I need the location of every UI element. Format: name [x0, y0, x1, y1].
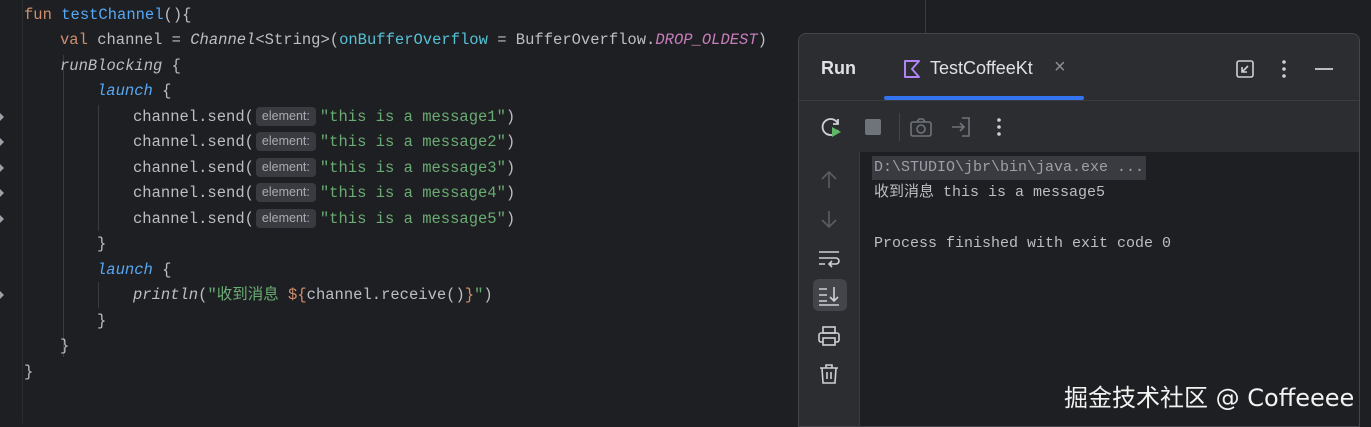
run-toolbar [799, 100, 1359, 153]
console-side-toolbar [799, 152, 860, 426]
minimize-icon[interactable] [1313, 58, 1335, 80]
gutter-marker [0, 138, 4, 146]
indent-guide [98, 105, 99, 231]
arrow-down-icon[interactable] [817, 207, 841, 231]
code-text: { [152, 82, 172, 100]
code-line-14: } [60, 337, 70, 355]
string-literal: "收到消息 [207, 286, 289, 304]
enum-constant: DROP_OLDEST [655, 31, 758, 49]
code-text: ) [505, 159, 516, 177]
code-line-4: launch { [97, 79, 171, 104]
function-name: testChannel [61, 6, 164, 24]
gutter-marker [0, 164, 4, 172]
code-editor[interactable]: fun testChannel(){ val channel = Channel… [0, 0, 926, 423]
code-line-send-3: channel.send(element: "this is a message3… [133, 156, 515, 181]
code-line-12: println("收到消息 ${channel.receive()}") [133, 283, 493, 308]
string-literal: "this is a message2" [319, 133, 506, 151]
inlay-hint: element: [255, 209, 316, 228]
restore-window-icon[interactable] [1234, 58, 1256, 80]
tab-testcoffeekt[interactable]: TestCoffeeKt × [884, 34, 1084, 100]
code-text: channel.send( [133, 159, 254, 177]
scroll-to-end-icon[interactable] [817, 283, 841, 307]
more-options-icon[interactable] [987, 115, 1011, 139]
print-icon[interactable] [817, 324, 841, 348]
template-brace: } [464, 286, 475, 304]
code-text: <String>( [255, 31, 340, 49]
code-text: ) [505, 210, 516, 228]
gutter-marker [0, 291, 4, 299]
code-text: { [152, 261, 172, 279]
code-line-2: val channel = Channel<String>(onBufferOv… [60, 28, 767, 53]
editor-gutter [0, 0, 23, 423]
run-tool-window: Run TestCoffeeKt × D:\STUDIO\jbr\bin\jav… [798, 33, 1360, 427]
camera-icon[interactable] [909, 115, 933, 139]
console-command-line[interactable]: D:\STUDIO\jbr\bin\java.exe ... [872, 156, 1147, 180]
kotlin-icon [902, 59, 922, 84]
arrow-up-icon[interactable] [817, 168, 841, 192]
console-output-line: 收到消息 this is a message5 [874, 184, 1106, 201]
trash-icon[interactable] [817, 362, 841, 386]
indent-guide [98, 282, 99, 308]
code-line-1: fun testChannel(){ [24, 3, 191, 28]
code-line-send-2: channel.send(element: "this is a message2… [133, 130, 515, 155]
code-line-11: launch { [97, 258, 171, 283]
function-call: launch [97, 82, 153, 100]
string-literal: "this is a message3" [319, 159, 506, 177]
code-line-13: } [97, 312, 107, 330]
code-text: channel.receive() [306, 286, 465, 304]
code-line-send-4: channel.send(element: "this is a message4… [133, 181, 515, 206]
console-exit-line: Process finished with exit code 0 [874, 235, 1172, 252]
code-line-15: } [24, 363, 34, 381]
string-literal: "this is a message1" [319, 108, 506, 126]
code-text: = BufferOverflow. [487, 31, 656, 49]
string-literal: "this is a message5" [319, 210, 506, 228]
code-text: (){ [163, 6, 192, 24]
gutter-marker [0, 215, 4, 223]
code-text: channel.send( [133, 108, 254, 126]
run-header: Run TestCoffeeKt × [799, 34, 1359, 100]
code-line-3: runBlocking { [60, 54, 181, 79]
code-text: { [162, 57, 181, 75]
code-text: ) [483, 286, 493, 304]
code-line-send-5: channel.send(element: "this is a message5… [133, 207, 515, 232]
code-text: ) [757, 31, 767, 49]
keyword-fun: fun [24, 6, 52, 24]
login-icon[interactable] [949, 115, 973, 139]
gutter-marker [0, 189, 4, 197]
inlay-hint: element: [255, 107, 316, 126]
inlay-hint: element: [255, 158, 316, 177]
template-brace: ${ [288, 286, 307, 304]
close-icon[interactable]: × [1054, 56, 1066, 79]
indent-guide [63, 55, 64, 357]
watermark: 掘金技术社区 @ Coffeeee [1064, 384, 1355, 412]
named-param: onBufferOverflow [339, 31, 488, 49]
code-text: ) [505, 108, 516, 126]
code-text: ) [505, 184, 516, 202]
inlay-hint: element: [255, 132, 316, 151]
soft-wrap-icon[interactable] [817, 246, 841, 270]
gutter-marker [0, 113, 4, 121]
rerun-icon[interactable] [819, 115, 843, 139]
keyword-val: val [60, 31, 88, 49]
code-text: channel.send( [133, 184, 254, 202]
string-literal: "this is a message4" [319, 184, 506, 202]
toolbar-separator [899, 113, 900, 141]
more-options-icon[interactable] [1273, 58, 1295, 80]
tab-label: TestCoffeeKt [930, 58, 1033, 78]
function-call: launch [97, 261, 153, 279]
code-text: channel = [87, 31, 191, 49]
function-call: println [133, 286, 199, 304]
code-text: ) [505, 133, 516, 151]
code-text: channel.send( [133, 133, 254, 151]
code-line-10: } [97, 235, 107, 253]
run-title: Run [821, 58, 856, 78]
inlay-hint: element: [255, 183, 316, 202]
code-text: channel.send( [133, 210, 254, 228]
stop-icon[interactable] [861, 115, 885, 139]
code-line-send-1: channel.send(element: "this is a message1… [133, 105, 515, 130]
function-call: runBlocking [60, 57, 163, 75]
class-name: Channel [190, 31, 256, 49]
